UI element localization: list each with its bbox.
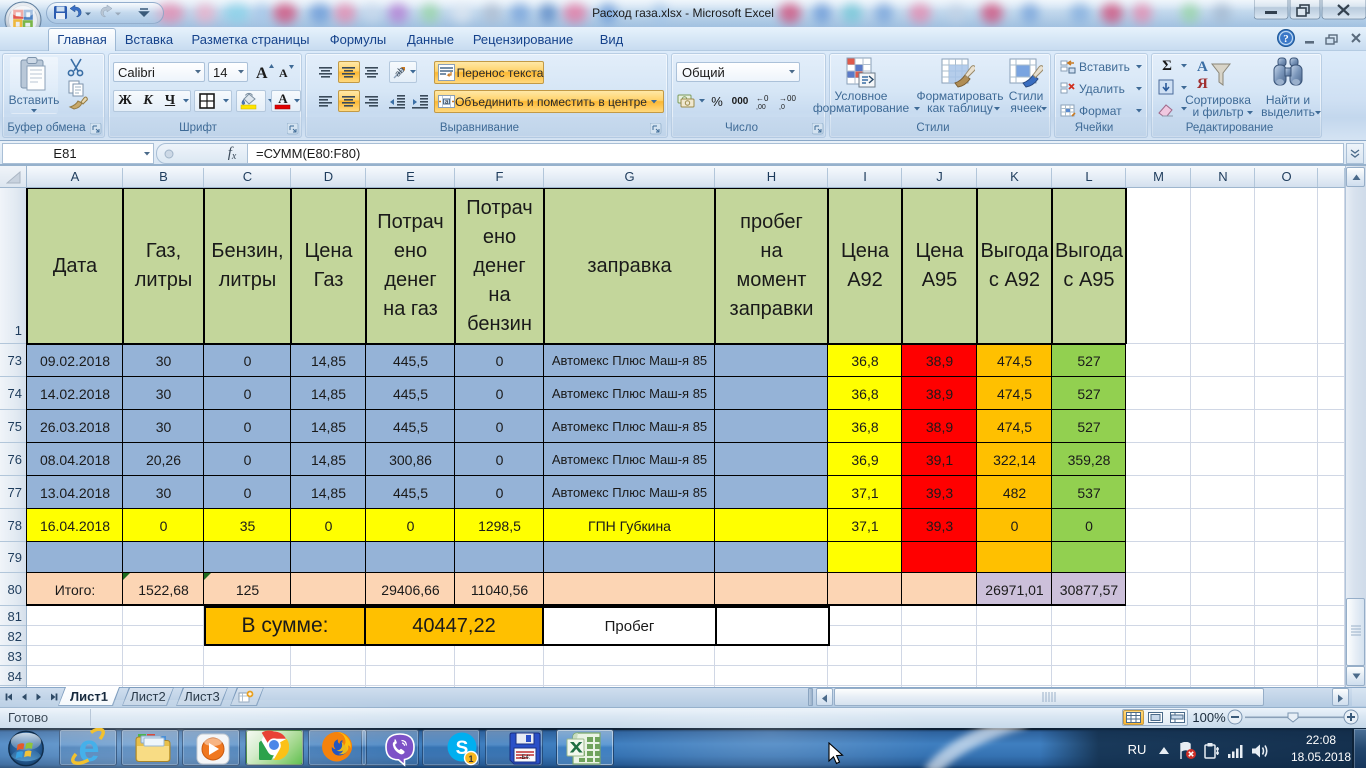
svg-text:A: A [256, 65, 268, 82]
svg-text:?: ? [1283, 33, 1289, 45]
svg-text:→00: →00 [779, 94, 796, 103]
svg-text:ab: ab [392, 65, 406, 79]
svg-text:,0: ,0 [779, 104, 785, 110]
svg-text:,00: ,00 [756, 104, 766, 110]
svg-text:1: 1 [468, 754, 473, 764]
svg-text:←0: ←0 [756, 94, 769, 103]
svg-text:А: А [1197, 59, 1208, 75]
svg-text:A: A [279, 66, 288, 80]
svg-text:Я: Я [1197, 76, 1208, 92]
svg-text:-Б4:: -Б4: [520, 755, 531, 761]
svg-text:A: A [278, 91, 288, 106]
